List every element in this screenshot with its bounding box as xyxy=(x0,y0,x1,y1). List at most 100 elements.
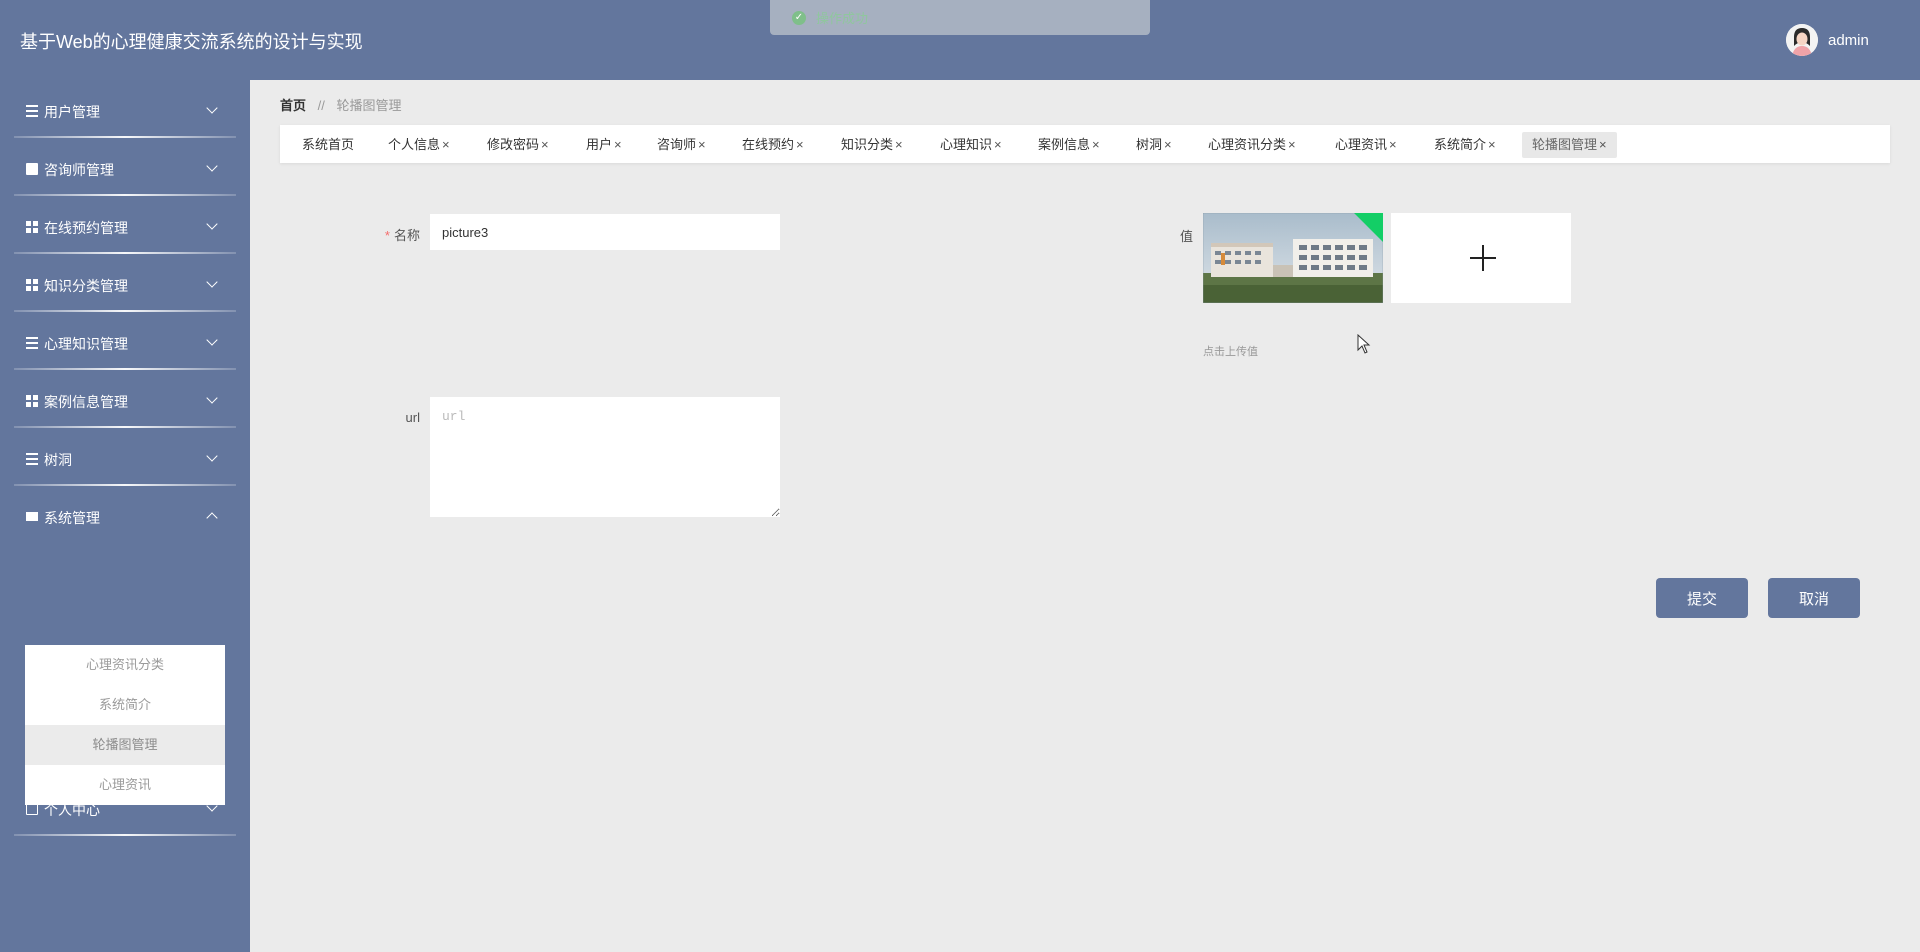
sidebar-item-label: 案例信息管理 xyxy=(44,394,128,410)
sidebar-item-personal-center[interactable]: 个人中心 xyxy=(14,778,236,836)
tab-label: 心理资讯 xyxy=(1335,137,1388,152)
monitor-icon xyxy=(26,512,38,521)
sliders-icon xyxy=(26,453,38,465)
grid-icon xyxy=(26,279,38,291)
cancel-button[interactable]: 取消 xyxy=(1768,578,1860,618)
tab-label: 咨询师 xyxy=(657,137,697,152)
list-icon xyxy=(26,337,38,349)
tab-label: 系统首页 xyxy=(302,137,355,152)
tab-news[interactable]: 心理资讯 × xyxy=(1325,132,1407,158)
close-icon[interactable]: × xyxy=(1092,137,1100,152)
check-circle-icon: ✓ xyxy=(792,10,806,25)
sidebar-item-label: 心理知识管理 xyxy=(44,336,128,352)
sidebar-item-tree-hole[interactable]: 树洞 xyxy=(14,428,236,486)
tab-label: 心理资讯分类 xyxy=(1208,137,1287,152)
tab-system-intro[interactable]: 系统简介 × xyxy=(1424,132,1506,158)
chevron-down-icon xyxy=(206,392,218,404)
tab-label: 个人信息 xyxy=(388,137,441,152)
sidebar-item-system-management[interactable]: 系统管理 xyxy=(14,486,236,544)
close-icon[interactable]: × xyxy=(614,137,622,152)
tab-label: 心理知识 xyxy=(940,137,993,152)
chevron-down-icon xyxy=(206,276,218,288)
chevron-down-icon xyxy=(206,218,218,230)
url-label: url xyxy=(405,410,420,425)
submenu-item-news-category[interactable]: 心理资讯分类 xyxy=(25,645,225,685)
close-icon[interactable]: × xyxy=(1164,137,1172,152)
chevron-down-icon xyxy=(206,102,218,114)
sidebar-item-case-management[interactable]: 案例信息管理 xyxy=(14,370,236,428)
close-icon[interactable]: × xyxy=(442,137,450,152)
list-icon xyxy=(26,105,38,117)
value-label: 值 xyxy=(1179,229,1193,244)
tab-tree-hole[interactable]: 树洞 × xyxy=(1126,132,1182,158)
tab-home[interactable]: 系统首页 xyxy=(292,132,364,158)
submenu-item-carousel[interactable]: 轮播图管理 xyxy=(25,725,225,765)
tab-label: 轮播图管理 xyxy=(1532,137,1598,152)
chevron-down-icon xyxy=(206,450,218,462)
sidebar-item-knowledge-category-management[interactable]: 知识分类管理 xyxy=(14,254,236,312)
tab-appointment[interactable]: 在线预约 × xyxy=(732,132,814,158)
tab-label: 用户 xyxy=(586,137,613,152)
tab-change-password[interactable]: 修改密码 × xyxy=(477,132,559,158)
tab-counselor[interactable]: 咨询师 × xyxy=(647,132,716,158)
wallet-icon xyxy=(26,803,38,815)
sidebar-item-psych-knowledge-management[interactable]: 心理知识管理 xyxy=(14,312,236,370)
sidebar-item-label: 咨询师管理 xyxy=(44,162,114,178)
upload-tip: 点击上传值 xyxy=(1203,346,1258,358)
tab-label: 系统简介 xyxy=(1434,137,1487,152)
app-title: 基于Web的心理健康交流系统的设计与实现 xyxy=(20,32,363,52)
tab-case-info[interactable]: 案例信息 × xyxy=(1028,132,1110,158)
close-icon[interactable]: × xyxy=(1599,137,1607,152)
close-icon[interactable]: × xyxy=(994,137,1002,152)
close-icon[interactable]: × xyxy=(1288,137,1296,152)
close-icon[interactable]: × xyxy=(541,137,549,152)
uploaded-image-thumbnail[interactable] xyxy=(1203,213,1383,303)
close-icon[interactable]: × xyxy=(698,137,706,152)
upload-add-button[interactable] xyxy=(1391,213,1571,303)
tab-personal-info[interactable]: 个人信息 × xyxy=(378,132,460,158)
tab-label: 树洞 xyxy=(1136,137,1163,152)
mouse-cursor-icon xyxy=(1357,334,1371,354)
close-icon[interactable]: × xyxy=(1488,137,1496,152)
grid-icon xyxy=(26,395,38,407)
divider xyxy=(14,834,236,836)
sidebar-item-counselor-management[interactable]: 咨询师管理 xyxy=(14,138,236,196)
name-label: * 名称 xyxy=(384,228,420,243)
close-icon[interactable]: × xyxy=(1389,137,1397,152)
breadcrumb-current: 轮播图管理 xyxy=(336,98,402,113)
sidebar-item-appointment-management[interactable]: 在线预约管理 xyxy=(14,196,236,254)
user-menu[interactable]: admin xyxy=(1786,24,1869,56)
close-icon[interactable]: × xyxy=(796,137,804,152)
tab-news-category[interactable]: 心理资讯分类 × xyxy=(1198,132,1306,158)
sidebar-item-user-management[interactable]: 用户管理 xyxy=(14,80,236,138)
sidebar-item-label: 在线预约管理 xyxy=(44,220,128,236)
submit-button[interactable]: 提交 xyxy=(1656,578,1748,618)
url-textarea[interactable] xyxy=(430,397,780,517)
tab-knowledge-category[interactable]: 知识分类 × xyxy=(831,132,913,158)
username[interactable]: admin xyxy=(1828,32,1869,49)
sidebar-item-label: 树洞 xyxy=(44,452,72,468)
avatar[interactable] xyxy=(1786,24,1818,56)
tabs-bar: 系统首页 个人信息 × 修改密码 × 用户 × 咨询师 × 在线预约 × 知识分类 × 心理… xyxy=(280,125,1890,163)
submenu-item-system-intro[interactable]: 系统简介 xyxy=(25,685,225,725)
breadcrumb-home[interactable]: 首页 xyxy=(280,98,306,113)
required-mark: * xyxy=(384,228,390,243)
success-toast: ✓ 操作成功 xyxy=(770,0,1150,35)
chevron-up-icon xyxy=(206,512,218,524)
tab-user[interactable]: 用户 × xyxy=(576,132,632,158)
chevron-down-icon xyxy=(206,800,218,812)
tab-label: 在线预约 xyxy=(742,137,795,152)
name-input[interactable] xyxy=(430,214,780,250)
grid-icon xyxy=(26,221,38,233)
clipboard-icon xyxy=(26,163,38,175)
tab-label: 案例信息 xyxy=(1038,137,1091,152)
toast-message: 操作成功 xyxy=(816,11,869,26)
chevron-down-icon xyxy=(206,160,218,172)
chevron-down-icon xyxy=(206,334,218,346)
sidebar-item-label: 系统管理 xyxy=(44,510,100,526)
tab-psych-knowledge[interactable]: 心理知识 × xyxy=(930,132,1012,158)
sidebar-item-label: 知识分类管理 xyxy=(44,278,128,294)
close-icon[interactable]: × xyxy=(895,137,903,152)
tab-carousel[interactable]: 轮播图管理 × xyxy=(1522,132,1617,158)
tab-label: 修改密码 xyxy=(487,137,540,152)
